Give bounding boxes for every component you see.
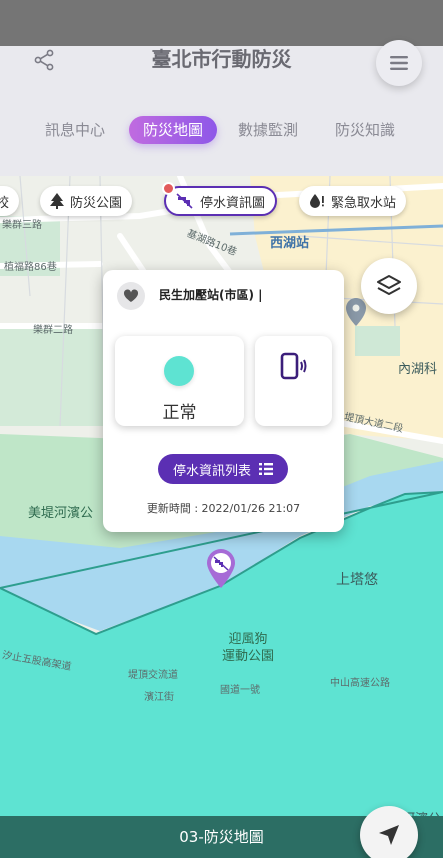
layers-icon [377,275,401,295]
chip-emergency-water-station[interactable]: 緊急取水站 [299,186,407,216]
map-label-road: 濱江街 [144,692,174,703]
map-label-road: 國道一號 [220,685,260,696]
tab-bar: 訊息中心 防災地圖 數據監測 防災知識 [0,116,443,144]
map-label-district: 上塔悠 [336,572,378,588]
menu-button[interactable] [376,40,422,86]
tab-data-monitoring[interactable]: 數據監測 [229,116,307,144]
map-label-road: 植福路86巷 [4,262,57,273]
locate-me-button[interactable] [360,806,418,858]
navigation-arrow-icon [379,825,399,845]
favorite-button[interactable] [117,282,145,310]
station-name: 民生加壓站(市區) | [159,288,263,302]
map-label-park: 美堤河濱公 [28,506,94,521]
station-popup: 民生加壓站(市區) | 正常 停水資訊列表 更新時間 : 2022/01/26 … [103,270,344,532]
map-label-road: 中山高速公路 [330,678,390,689]
chip-label: 防災公園 [70,195,123,211]
chip-label: 緊急取水站 [331,195,397,211]
chip-label: 校 [0,195,10,211]
water-outage-icon [176,193,194,209]
map-label-station: 西湖站 [270,236,310,251]
device-notify-card[interactable] [255,336,332,426]
app-header: 臺北市行動防災 訊息中心 防災地圖 數據監測 防災知識 [0,40,443,164]
status-indicator [164,356,194,386]
map-layers-button[interactable] [361,258,417,314]
hamburger-menu-icon [390,56,408,70]
list-button-label: 停水資訊列表 [172,463,251,479]
tab-message-center[interactable]: 訊息中心 [36,116,114,144]
tab-disaster-knowledge[interactable]: 防災知識 [326,116,404,144]
chip-label: 停水資訊圖 [200,195,266,211]
selected-check-icon [162,182,175,195]
tree-icon [50,193,64,209]
water-outage-list-button[interactable]: 停水資訊列表 [158,454,288,484]
water-status-card: 正常 [115,336,244,426]
list-icon [259,463,273,475]
tab-disaster-map[interactable]: 防災地圖 [129,116,217,144]
map-label-road: 樂群二路 [33,325,73,336]
chip-water-outage-map[interactable]: 停水資訊圖 [162,182,278,216]
heart-icon [123,289,139,302]
water-outage-marker-icon[interactable] [204,548,238,590]
map-label-district: 內湖科 [398,362,438,377]
map-label-park: 迎風狗 運動公園 [222,632,275,664]
phone-vibrate-icon [280,352,306,380]
chip-disaster-park[interactable]: 防災公園 [40,186,133,216]
status-bar [0,0,443,46]
water-drop-icon [309,193,325,209]
status-label: 正常 [162,403,197,423]
update-time: 更新時間 : 2022/01/26 21:07 [146,502,301,515]
map-label-road: 堤頂交流道 [128,670,178,681]
map-label-road: 樂群三路 [2,220,42,231]
